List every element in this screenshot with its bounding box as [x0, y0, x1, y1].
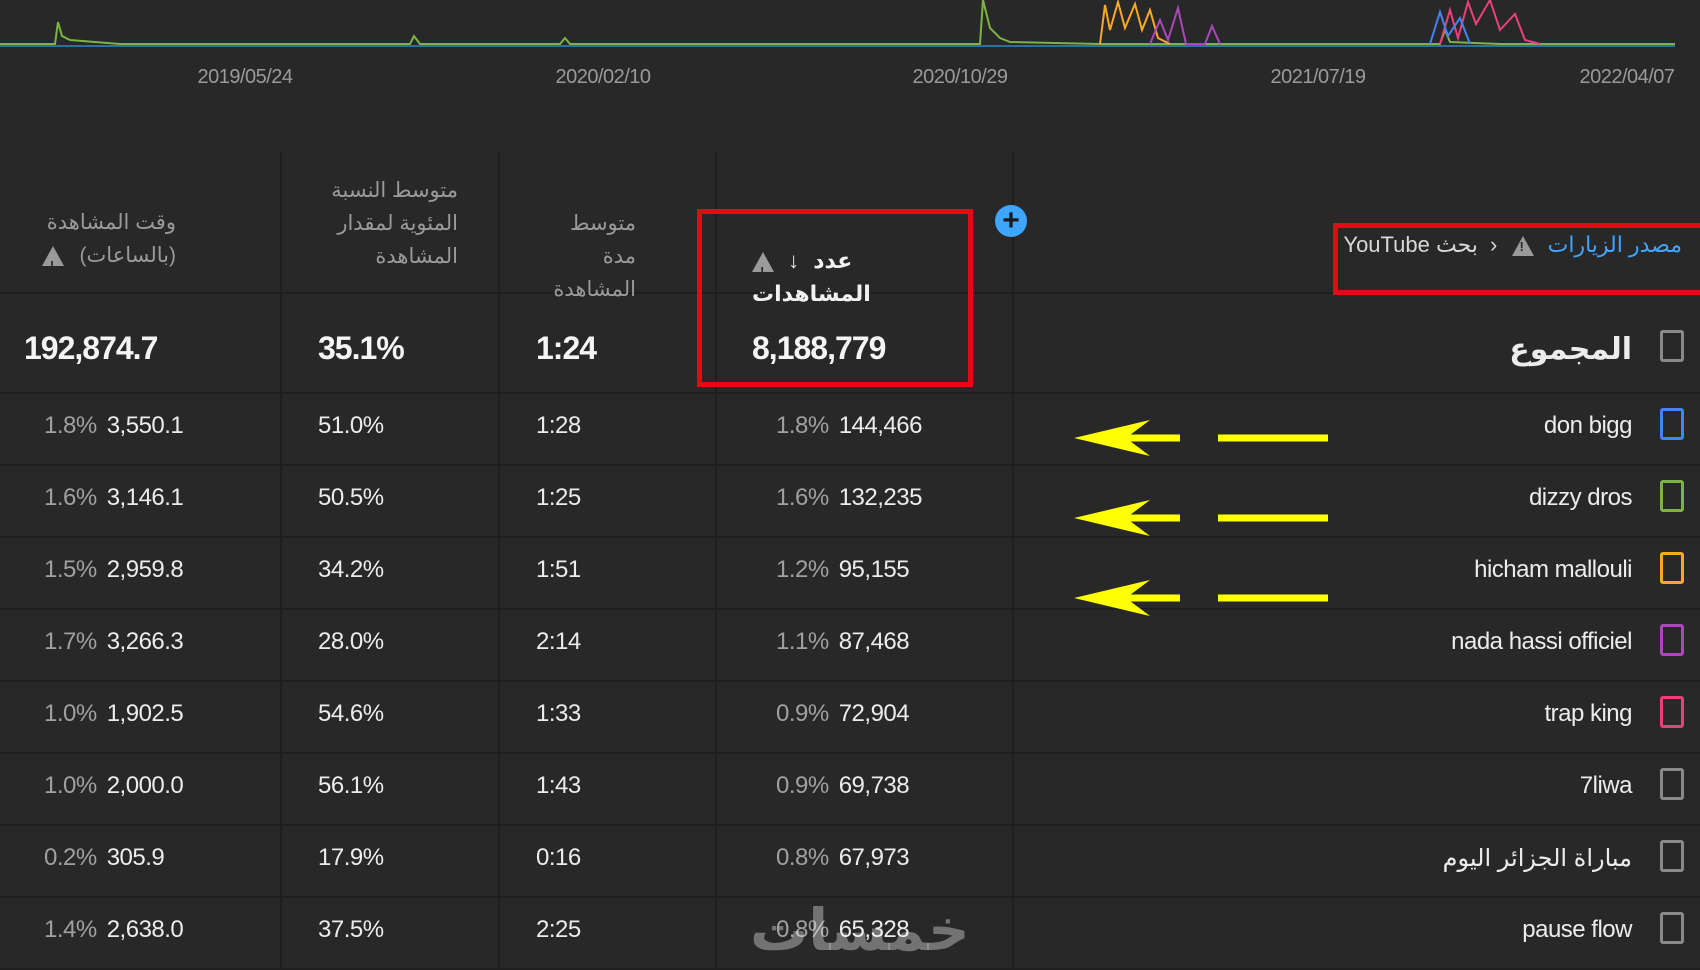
total-checkbox[interactable]: [1660, 330, 1684, 362]
row-watch-time: 1.5% 2,959.8: [44, 556, 184, 583]
row-watch-time: 0.2% 305.9: [44, 844, 165, 871]
row-avg-percentage: 51.0%: [318, 412, 384, 439]
warning-icon: [41, 246, 64, 282]
row-avg-duration: 2:25: [536, 916, 581, 943]
row-avg-percentage: 50.5%: [318, 484, 384, 511]
watermark-logo: خمسات: [750, 898, 970, 963]
row-watch-time: 1.4% 2,638.0: [44, 916, 184, 943]
row-watch-time: 1.8% 3,550.1: [44, 412, 184, 439]
row-checkbox[interactable]: [1660, 624, 1684, 656]
add-metric-button[interactable]: +: [995, 205, 1027, 237]
row-views: 0.9% 72,904: [776, 700, 910, 727]
row-views: 1.8% 144,466: [776, 412, 922, 439]
row-views: 0.9% 69,738: [776, 772, 910, 799]
trend-lines: [0, 0, 1675, 47]
row-checkbox[interactable]: [1660, 696, 1684, 728]
row-avg-percentage: 17.9%: [318, 844, 384, 871]
row-watch-time: 1.0% 1,902.5: [44, 700, 184, 727]
row-avg-percentage: 56.1%: [318, 772, 384, 799]
x-tick: 2020/02/10: [555, 66, 651, 88]
header-avg-duration[interactable]: متوسط مدة المشاهدة: [536, 207, 636, 306]
row-views: 0.8% 67,973: [776, 844, 910, 871]
row-avg-percentage: 34.2%: [318, 556, 384, 583]
row-watch-time: 1.6% 3,146.1: [44, 484, 184, 511]
row-avg-percentage: 37.5%: [318, 916, 384, 943]
row-avg-duration: 2:14: [536, 628, 581, 655]
x-tick: 2020/10/29: [912, 66, 1008, 88]
row-source-name[interactable]: don bigg: [1544, 412, 1633, 440]
row-checkbox[interactable]: [1660, 768, 1684, 800]
row-source-name[interactable]: nada hassi officiel: [1451, 628, 1632, 656]
total-avg-duration: 1:24: [536, 330, 597, 366]
header-avg-percentage[interactable]: متوسط النسبة المئوية لمقدار المشاهدة: [318, 174, 458, 273]
row-source-name[interactable]: 7liwa: [1580, 772, 1633, 800]
row-avg-duration: 1:28: [536, 412, 581, 439]
row-avg-percentage: 28.0%: [318, 628, 384, 655]
total-label: المجموع: [1509, 333, 1632, 366]
row-checkbox[interactable]: [1660, 912, 1684, 944]
row-avg-duration: 1:43: [536, 772, 581, 799]
row-avg-percentage: 54.6%: [318, 700, 384, 727]
row-views: 1.1% 87,468: [776, 628, 910, 655]
x-tick: 2019/05/24: [197, 66, 293, 88]
row-avg-duration: 1:25: [536, 484, 581, 511]
row-avg-duration: 0:16: [536, 844, 581, 871]
row-source-name[interactable]: pause flow: [1522, 916, 1632, 944]
header-watch-time[interactable]: وقت المشاهدة (بالساعات): [26, 206, 176, 282]
total-watch-time: 192,874.7: [24, 330, 158, 366]
source-highlight-box: [1333, 223, 1700, 295]
row-checkbox[interactable]: [1660, 840, 1684, 872]
total-avg-percentage: 35.1%: [318, 330, 405, 366]
row-source-name[interactable]: dizzy dros: [1529, 484, 1633, 512]
x-tick: 2022/04/07: [1579, 66, 1675, 88]
row-views: 1.6% 132,235: [776, 484, 922, 511]
annotation-arrows: [1074, 420, 1328, 616]
row-watch-time: 1.7% 3,266.3: [44, 628, 184, 655]
row-source-name[interactable]: مباراة الجزائر اليوم: [1443, 844, 1633, 873]
row-source-name[interactable]: hicham mallouli: [1474, 556, 1632, 584]
row-checkbox[interactable]: [1660, 408, 1684, 440]
row-views: 1.2% 95,155: [776, 556, 910, 583]
x-tick: 2021/07/19: [1270, 66, 1366, 88]
total-views: 8,188,779: [752, 330, 886, 366]
row-checkbox[interactable]: [1660, 552, 1684, 584]
row-watch-time: 1.0% 2,000.0: [44, 772, 184, 799]
row-source-name[interactable]: trap king: [1544, 700, 1632, 728]
row-avg-duration: 1:33: [536, 700, 581, 727]
views-trend-chart: 2019/05/24 2020/02/10 2020/10/29 2021/07…: [0, 0, 1700, 152]
row-checkbox[interactable]: [1660, 480, 1684, 512]
row-avg-duration: 1:51: [536, 556, 581, 583]
